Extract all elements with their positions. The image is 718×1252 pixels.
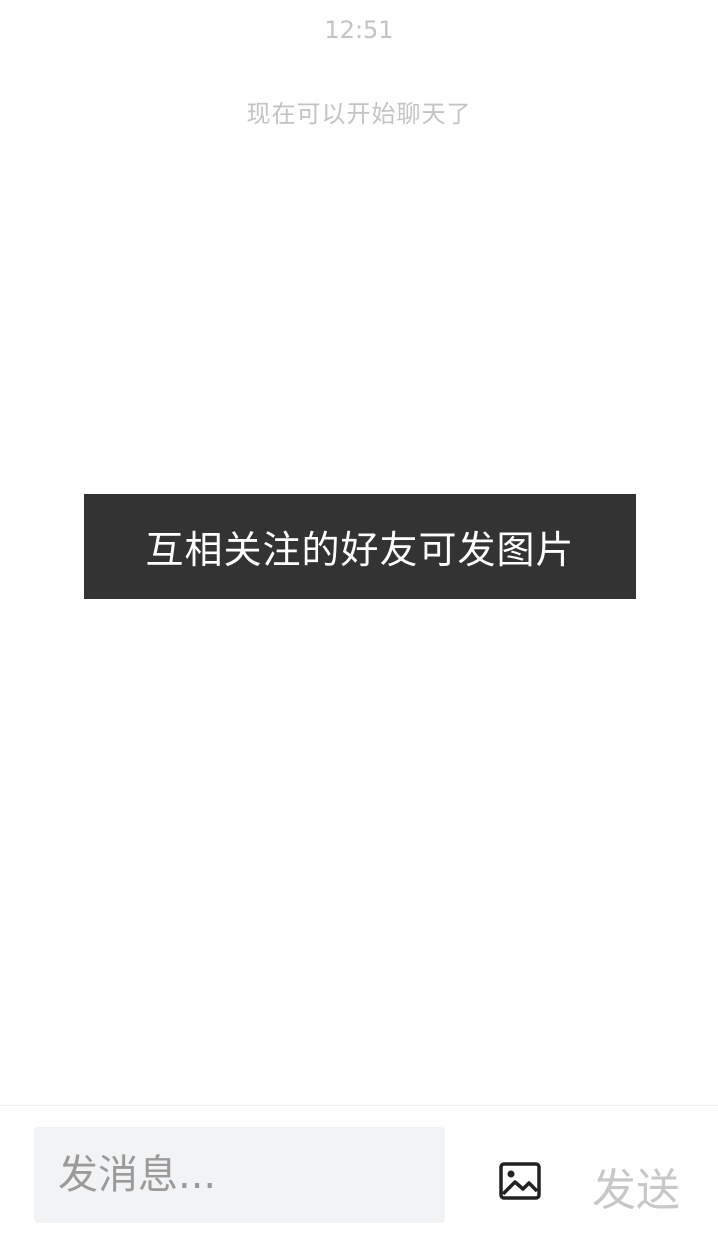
system-message: 现在可以开始聊天了	[246, 100, 472, 128]
toast-notification: 互相关注的好友可发图片	[84, 494, 636, 599]
message-input[interactable]	[34, 1127, 445, 1223]
message-timestamp: 12:51	[324, 16, 394, 44]
chat-screen: 12:51 现在可以开始聊天了 互相关注的好友可发图片 发送	[0, 0, 718, 1252]
image-button[interactable]	[494, 1158, 546, 1204]
image-icon	[499, 1162, 541, 1200]
toast-message: 互相关注的好友可发图片	[145, 528, 575, 572]
message-composer: 发送	[0, 1105, 718, 1252]
send-button[interactable]: 发送	[584, 1154, 688, 1216]
